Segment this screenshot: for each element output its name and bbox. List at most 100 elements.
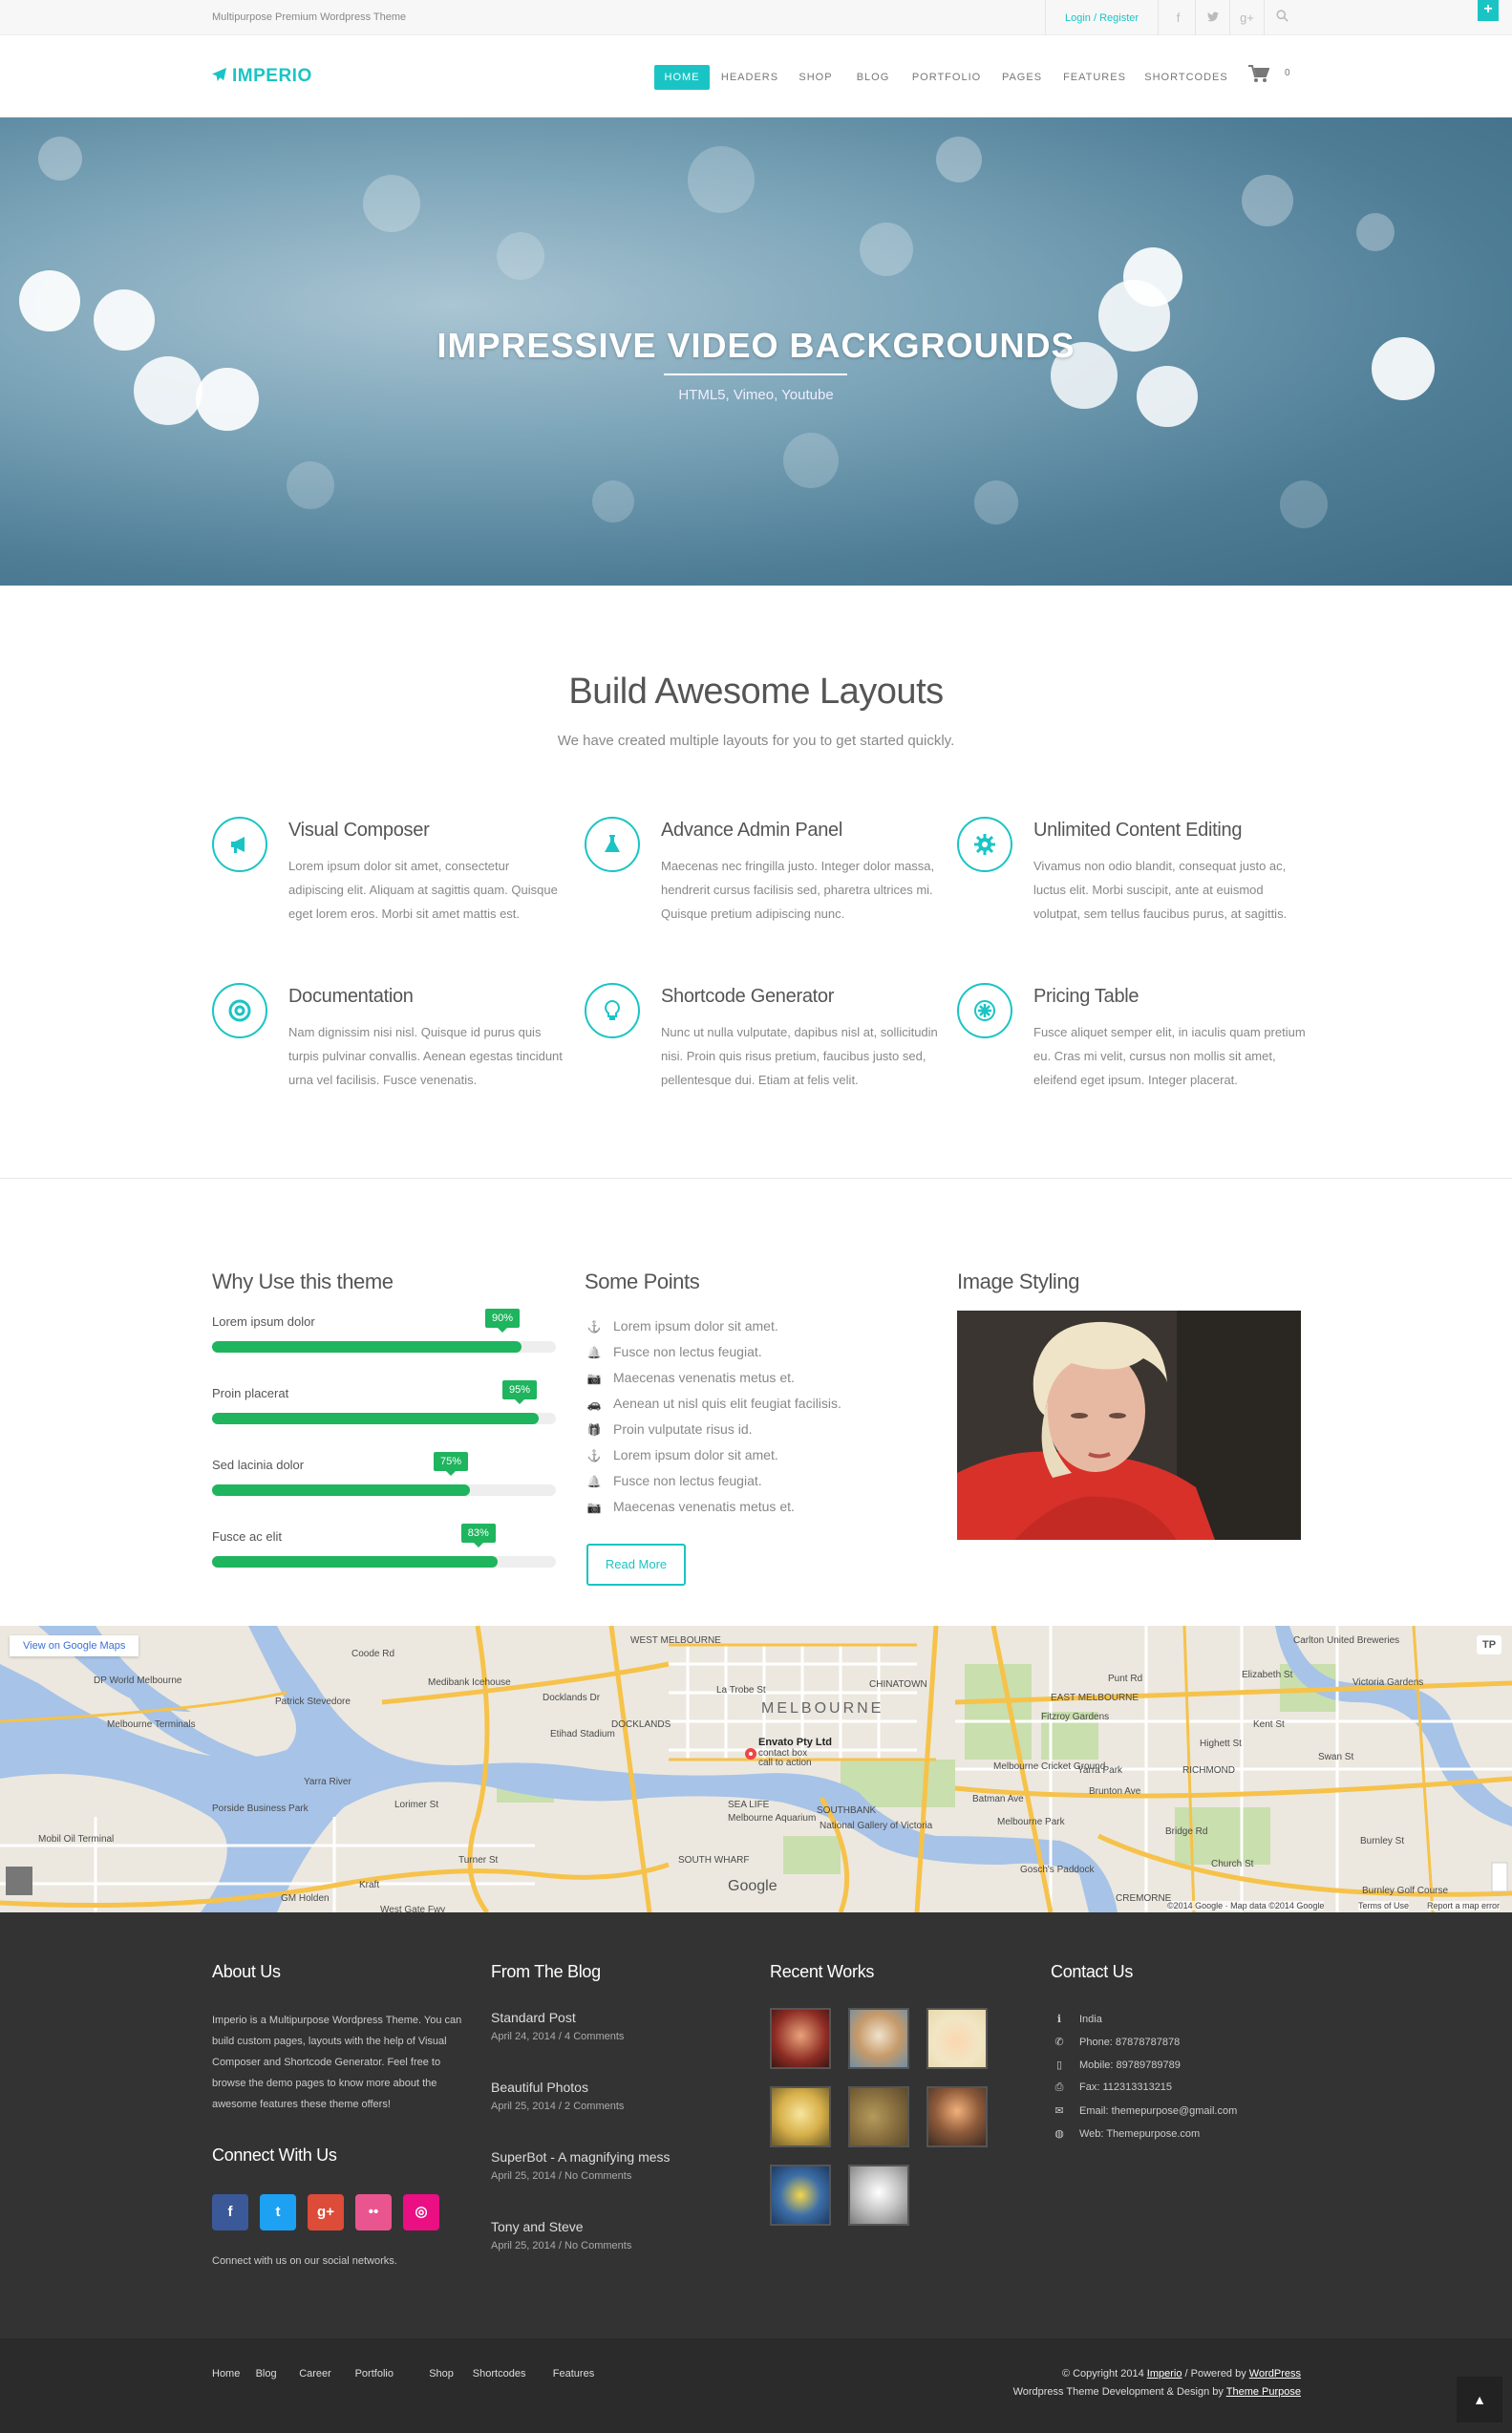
bokeh-light	[974, 480, 1018, 524]
googleplus-icon[interactable]: g+	[1230, 0, 1265, 35]
map-credit: ©2014 Google · Map data ©2014 Google	[1167, 1901, 1325, 1910]
map-label: Swan St	[1318, 1752, 1354, 1762]
footer-link-home[interactable]: Home	[212, 2368, 240, 2380]
read-more-button[interactable]: Read More	[586, 1544, 686, 1586]
nav-headers[interactable]: HEADERS	[716, 65, 783, 90]
map-label: Melbourne Park	[997, 1817, 1065, 1827]
asterisk-icon	[957, 983, 1012, 1038]
nav-portfolio[interactable]: PORTFOLIO	[905, 65, 988, 90]
point-item: 🎁 Proin vulputate risus id.	[586, 1421, 753, 1437]
map-label: MELBOURNE	[761, 1700, 884, 1717]
facebook-icon[interactable]: f	[212, 2194, 248, 2230]
map-label: Envato Pty Ltd	[758, 1737, 833, 1748]
portrait-photo	[957, 1311, 1301, 1540]
contact-item: ✆ Phone: 87878787878	[1051, 2036, 1180, 2048]
feature-text: Nam dignissim nisi nisl. Quisque id puru…	[288, 1025, 563, 1087]
post-title-link[interactable]: Tony and Steve	[491, 2219, 584, 2234]
hero-title: IMPRESSIVE VIDEO BACKGROUNDS	[437, 326, 1075, 365]
footer-link-shop[interactable]: Shop	[429, 2368, 454, 2380]
imperio-link[interactable]: Imperio	[1147, 2368, 1182, 2380]
contact-item: ⎙ Fax: 112313313215	[1051, 2081, 1172, 2094]
theme-purpose-link[interactable]: Theme Purpose	[1226, 2386, 1301, 2398]
google-map[interactable]: View on Google Maps Envato Pty Ltd contac…	[0, 1626, 1512, 1912]
post-title-link[interactable]: Standard Post	[491, 2010, 576, 2025]
footer-link-blog[interactable]: Blog	[256, 2368, 277, 2380]
bell-icon: 🔔	[586, 1475, 602, 1488]
nav-home[interactable]: HOME	[654, 65, 710, 90]
nav-features[interactable]: FEATURES	[1056, 65, 1133, 90]
footer-link-shortcodes[interactable]: Shortcodes	[473, 2368, 526, 2380]
footer-link-career[interactable]: Career	[299, 2368, 331, 2380]
point-text: Proin vulputate risus id.	[613, 1421, 753, 1437]
footer-link-portfolio[interactable]: Portfolio	[355, 2368, 394, 2380]
skill-bar-track	[212, 1484, 556, 1496]
footer-link-features[interactable]: Features	[553, 2368, 594, 2380]
bokeh-light	[38, 137, 82, 181]
facebook-icon[interactable]: f	[1161, 0, 1196, 35]
logo[interactable]: IMPERIO	[212, 66, 312, 87]
point-text: Fusce non lectus feugiat.	[613, 1344, 762, 1359]
megaphone-icon	[212, 817, 267, 872]
view-on-google-maps-link[interactable]: View on Google Maps	[10, 1635, 139, 1656]
post-meta: April 24, 2014 / 4 Comments	[491, 2031, 625, 2042]
bokeh-light	[1280, 480, 1328, 528]
post-title-link[interactable]: Beautiful Photos	[491, 2080, 588, 2095]
nav-shop[interactable]: SHOP	[789, 65, 842, 90]
work-thumbnail[interactable]	[770, 2165, 831, 2226]
twitter-icon[interactable]: t	[260, 2194, 296, 2230]
plus-icon[interactable]: +	[1478, 0, 1499, 21]
dribbble-icon[interactable]: ◎	[403, 2194, 439, 2230]
map-label: Turner St	[458, 1855, 499, 1866]
googleplus-icon[interactable]: g+	[308, 2194, 344, 2230]
login-register-link[interactable]: Login / Register	[1045, 0, 1160, 35]
nav-pages[interactable]: PAGES	[993, 65, 1051, 90]
design-credit-text: Wordpress Theme Development & Design by	[1012, 2386, 1226, 2398]
flickr-icon[interactable]: ••	[355, 2194, 392, 2230]
feature-text: Nunc ut nulla vulputate, dapibus nisl at…	[661, 1025, 938, 1087]
point-item: ⚓ Lorem ipsum dolor sit amet.	[586, 1447, 778, 1462]
contact-text: Phone: 87878787878	[1079, 2037, 1181, 2048]
wordpress-link[interactable]: WordPress	[1249, 2368, 1301, 2380]
nav-shortcodes[interactable]: SHORTCODES	[1139, 65, 1234, 90]
section-divider	[0, 1178, 1512, 1179]
cart-icon[interactable]	[1248, 65, 1270, 88]
work-thumbnail[interactable]	[848, 2008, 909, 2069]
contact-text: Mobile: 89789789789	[1079, 2060, 1181, 2071]
work-thumbnail[interactable]	[848, 2086, 909, 2147]
work-thumbnail[interactable]	[770, 2086, 831, 2147]
copyright-line-2: Wordpress Theme Development & Design by …	[1013, 2386, 1301, 2398]
map-report-link[interactable]: Report a map error	[1427, 1901, 1501, 1910]
feature-text: Lorem ipsum dolor sit amet, consectetur …	[288, 859, 558, 921]
feature-title: Shortcode Generator	[661, 986, 835, 1007]
map-label: CHINATOWN	[869, 1679, 927, 1690]
work-thumbnail[interactable]	[926, 2008, 988, 2069]
map-terms-link[interactable]: Terms of Use	[1358, 1901, 1410, 1910]
gear-icon	[957, 817, 1012, 872]
work-thumbnail[interactable]	[770, 2008, 831, 2069]
nav-blog[interactable]: BLOG	[846, 65, 900, 90]
connect-title: Connect With Us	[212, 2145, 337, 2165]
skill-percent-badge: 95%	[502, 1380, 538, 1404]
search-icon[interactable]	[1265, 0, 1299, 35]
map-label: Burnley Golf Course	[1362, 1886, 1449, 1896]
flask-icon	[585, 817, 640, 872]
work-thumbnail[interactable]	[848, 2165, 909, 2226]
map-label: Lorimer St	[394, 1800, 439, 1810]
map-label: SOUTH WHARF	[678, 1855, 750, 1866]
map-label: Etihad Stadium	[550, 1729, 615, 1739]
skill-bar-fill	[212, 1413, 539, 1424]
scroll-to-top-icon[interactable]: ▲	[1457, 2377, 1502, 2422]
anchor-icon: ⚓	[586, 1449, 602, 1462]
map-label: Yarra River	[304, 1777, 351, 1787]
map-label: Kraft	[359, 1880, 380, 1890]
map-label: SEA LIFE	[728, 1800, 770, 1810]
feature-title: Visual Composer	[288, 820, 430, 841]
twitter-icon[interactable]	[1196, 0, 1230, 35]
paper-plane-icon	[212, 68, 226, 86]
map-label: Carlton United Breweries	[1293, 1635, 1400, 1646]
post-title-link[interactable]: SuperBot - A magnifying mess	[491, 2149, 671, 2165]
lifebuoy-icon	[212, 983, 267, 1038]
map-label: GM Holden	[281, 1893, 330, 1904]
about-title: About Us	[212, 1962, 281, 1981]
work-thumbnail[interactable]	[926, 2086, 988, 2147]
